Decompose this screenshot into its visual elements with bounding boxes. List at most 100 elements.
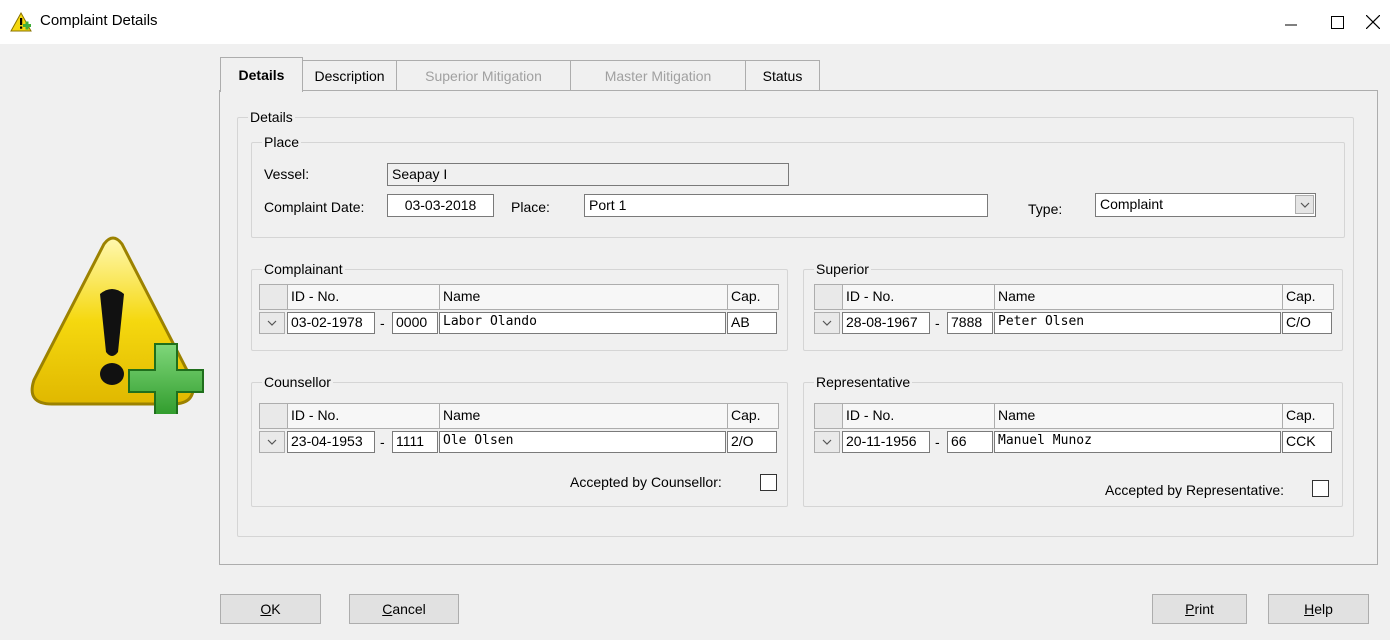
representative-dropdown-button[interactable] bbox=[814, 431, 840, 453]
representative-grid: ID - No. Name Cap. 20-11-1956 - 66 Manue… bbox=[814, 403, 1334, 455]
tab-details[interactable]: Details bbox=[220, 57, 303, 92]
tab-description-label: Description bbox=[314, 68, 385, 84]
complainant-cap-field[interactable]: AB bbox=[727, 312, 777, 334]
window-title: Complaint Details bbox=[40, 12, 158, 29]
name-column-header[interactable]: Name bbox=[439, 284, 728, 310]
id-separator: - bbox=[380, 434, 385, 450]
cap-column-header[interactable]: Cap. bbox=[1282, 403, 1334, 429]
vessel-field: Seapay I bbox=[387, 163, 789, 186]
ok-button[interactable]: OK bbox=[220, 594, 321, 624]
id-separator: - bbox=[935, 434, 940, 450]
id-separator: - bbox=[935, 315, 940, 331]
help-button[interactable]: Help bbox=[1268, 594, 1369, 624]
chevron-down-icon bbox=[1300, 202, 1309, 208]
help-mnemonic: H bbox=[1304, 601, 1315, 617]
grid-corner bbox=[814, 284, 843, 310]
complainant-group-label: Complainant bbox=[264, 261, 343, 277]
counsellor-number-field[interactable]: 1111 bbox=[392, 431, 438, 453]
name-column-header[interactable]: Name bbox=[439, 403, 728, 429]
accepted-by-counsellor-label: Accepted by Counsellor: bbox=[570, 474, 722, 490]
counsellor-group-label: Counsellor bbox=[264, 374, 331, 390]
complainant-grid: ID - No. Name Cap. 03-02-1978 - 0000 Lab… bbox=[259, 284, 779, 336]
counsellor-date-field[interactable]: 23-04-1953 bbox=[287, 431, 375, 453]
superior-group-label: Superior bbox=[816, 261, 869, 277]
superior-grid: ID - No. Name Cap. 28-08-1967 - 7888 Pet… bbox=[814, 284, 1334, 336]
id-column-header[interactable]: ID - No. bbox=[842, 284, 995, 310]
ok-mnemonic: O bbox=[260, 601, 272, 617]
chevron-down-icon bbox=[267, 439, 277, 445]
cap-column-header[interactable]: Cap. bbox=[727, 403, 779, 429]
help-label: elp bbox=[1314, 601, 1333, 617]
accepted-by-representative-label: Accepted by Representative: bbox=[1105, 482, 1284, 498]
warning-icon bbox=[10, 12, 32, 32]
place-group-label: Place bbox=[264, 134, 300, 150]
representative-group-label: Representative bbox=[816, 374, 911, 390]
place-field[interactable]: Port 1 bbox=[584, 194, 988, 217]
counsellor-cap-field[interactable]: 2/O bbox=[727, 431, 777, 453]
name-column-header[interactable]: Name bbox=[994, 284, 1283, 310]
id-column-header[interactable]: ID - No. bbox=[287, 284, 440, 310]
complainant-dropdown-button[interactable] bbox=[259, 312, 285, 334]
chevron-down-icon bbox=[822, 320, 832, 326]
minimize-button[interactable] bbox=[1268, 0, 1314, 44]
representative-number-field[interactable]: 66 bbox=[947, 431, 993, 453]
accepted-by-representative-checkbox[interactable] bbox=[1312, 480, 1329, 497]
details-group-label: Details bbox=[250, 109, 293, 125]
complainant-date-field[interactable]: 03-02-1978 bbox=[287, 312, 375, 334]
warning-add-icon bbox=[30, 236, 204, 414]
tab-description[interactable]: Description bbox=[302, 60, 397, 91]
place-label: Place: bbox=[511, 199, 550, 215]
name-column-header[interactable]: Name bbox=[994, 403, 1283, 429]
grid-corner bbox=[814, 403, 843, 429]
type-label: Type: bbox=[1028, 201, 1063, 217]
cancel-button[interactable]: Cancel bbox=[349, 594, 459, 624]
tab-status-label: Status bbox=[762, 68, 803, 84]
tab-master-mitigation-label: Master Mitigation bbox=[604, 68, 712, 84]
title-bar: Complaint Details bbox=[0, 0, 1390, 44]
close-icon bbox=[1366, 15, 1380, 29]
tab-status[interactable]: Status bbox=[745, 60, 820, 91]
print-label: rint bbox=[1194, 601, 1214, 617]
superior-cap-field[interactable]: C/O bbox=[1282, 312, 1332, 334]
tab-details-label: Details bbox=[238, 67, 285, 83]
type-select[interactable]: Complaint bbox=[1095, 193, 1316, 217]
superior-number-field[interactable]: 7888 bbox=[947, 312, 993, 334]
minimize-icon bbox=[1285, 24, 1297, 26]
maximize-icon bbox=[1330, 15, 1344, 29]
tab-master-mitigation[interactable]: Master Mitigation bbox=[570, 60, 746, 91]
tab-superior-mitigation-label: Superior Mitigation bbox=[425, 68, 542, 84]
complainant-name-field[interactable]: Labor Olando bbox=[439, 312, 726, 334]
counsellor-name-field[interactable]: Ole Olsen bbox=[439, 431, 726, 453]
representative-date-field[interactable]: 20-11-1956 bbox=[842, 431, 930, 453]
complainant-number-field[interactable]: 0000 bbox=[392, 312, 438, 334]
id-column-header[interactable]: ID - No. bbox=[287, 403, 440, 429]
type-select-value: Complaint bbox=[1100, 196, 1164, 212]
id-column-header[interactable]: ID - No. bbox=[842, 403, 995, 429]
cancel-mnemonic: C bbox=[382, 601, 393, 617]
print-mnemonic: P bbox=[1185, 601, 1195, 617]
complaint-date-field[interactable]: 03-03-2018 bbox=[387, 194, 494, 217]
details-tab-page: Details Place Vessel: Seapay I Complaint… bbox=[219, 90, 1378, 565]
close-button[interactable] bbox=[1350, 0, 1390, 44]
superior-dropdown-button[interactable] bbox=[814, 312, 840, 334]
superior-name-field[interactable]: Peter Olsen bbox=[994, 312, 1281, 334]
counsellor-dropdown-button[interactable] bbox=[259, 431, 285, 453]
tab-superior-mitigation[interactable]: Superior Mitigation bbox=[396, 60, 571, 91]
print-button[interactable]: Print bbox=[1152, 594, 1247, 624]
representative-name-field[interactable]: Manuel Munoz bbox=[994, 431, 1281, 453]
cancel-label: ancel bbox=[392, 601, 426, 617]
place-group: Place bbox=[251, 134, 1345, 238]
chevron-down-icon bbox=[267, 320, 277, 326]
ok-label: K bbox=[271, 601, 281, 617]
vessel-label: Vessel: bbox=[264, 166, 310, 182]
cap-column-header[interactable]: Cap. bbox=[727, 284, 779, 310]
representative-cap-field[interactable]: CCK bbox=[1282, 431, 1332, 453]
superior-date-field[interactable]: 28-08-1967 bbox=[842, 312, 930, 334]
type-dropdown-button[interactable] bbox=[1295, 195, 1314, 214]
accepted-by-counsellor-checkbox[interactable] bbox=[760, 474, 777, 491]
cap-column-header[interactable]: Cap. bbox=[1282, 284, 1334, 310]
grid-corner bbox=[259, 403, 288, 429]
grid-corner bbox=[259, 284, 288, 310]
chevron-down-icon bbox=[822, 439, 832, 445]
complaint-date-label: Complaint Date: bbox=[264, 199, 365, 215]
